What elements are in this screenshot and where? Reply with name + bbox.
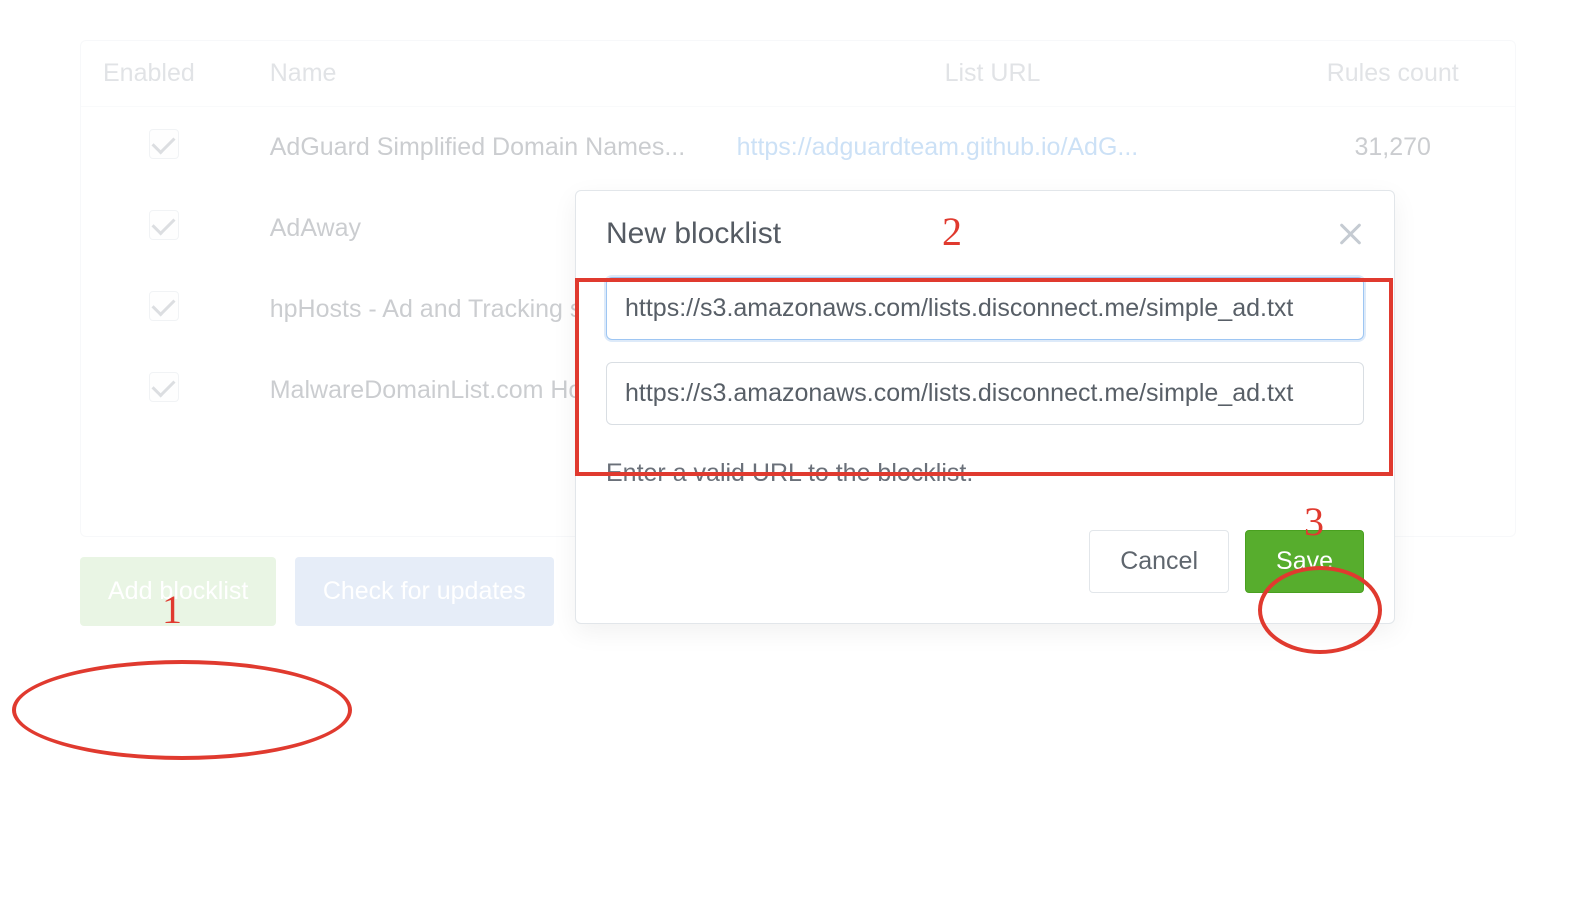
blocklist-url-input[interactable] <box>606 362 1364 425</box>
modal-helper-text: Enter a valid URL to the blocklist. <box>576 453 1394 508</box>
close-icon[interactable] <box>1336 220 1364 248</box>
cancel-button[interactable]: Cancel <box>1089 530 1229 593</box>
new-blocklist-modal: New blocklist Enter a valid URL to the b… <box>575 190 1395 624</box>
blocklist-name-input[interactable] <box>606 277 1364 340</box>
modal-title: New blocklist <box>606 217 781 251</box>
save-button[interactable]: Save <box>1245 530 1364 593</box>
